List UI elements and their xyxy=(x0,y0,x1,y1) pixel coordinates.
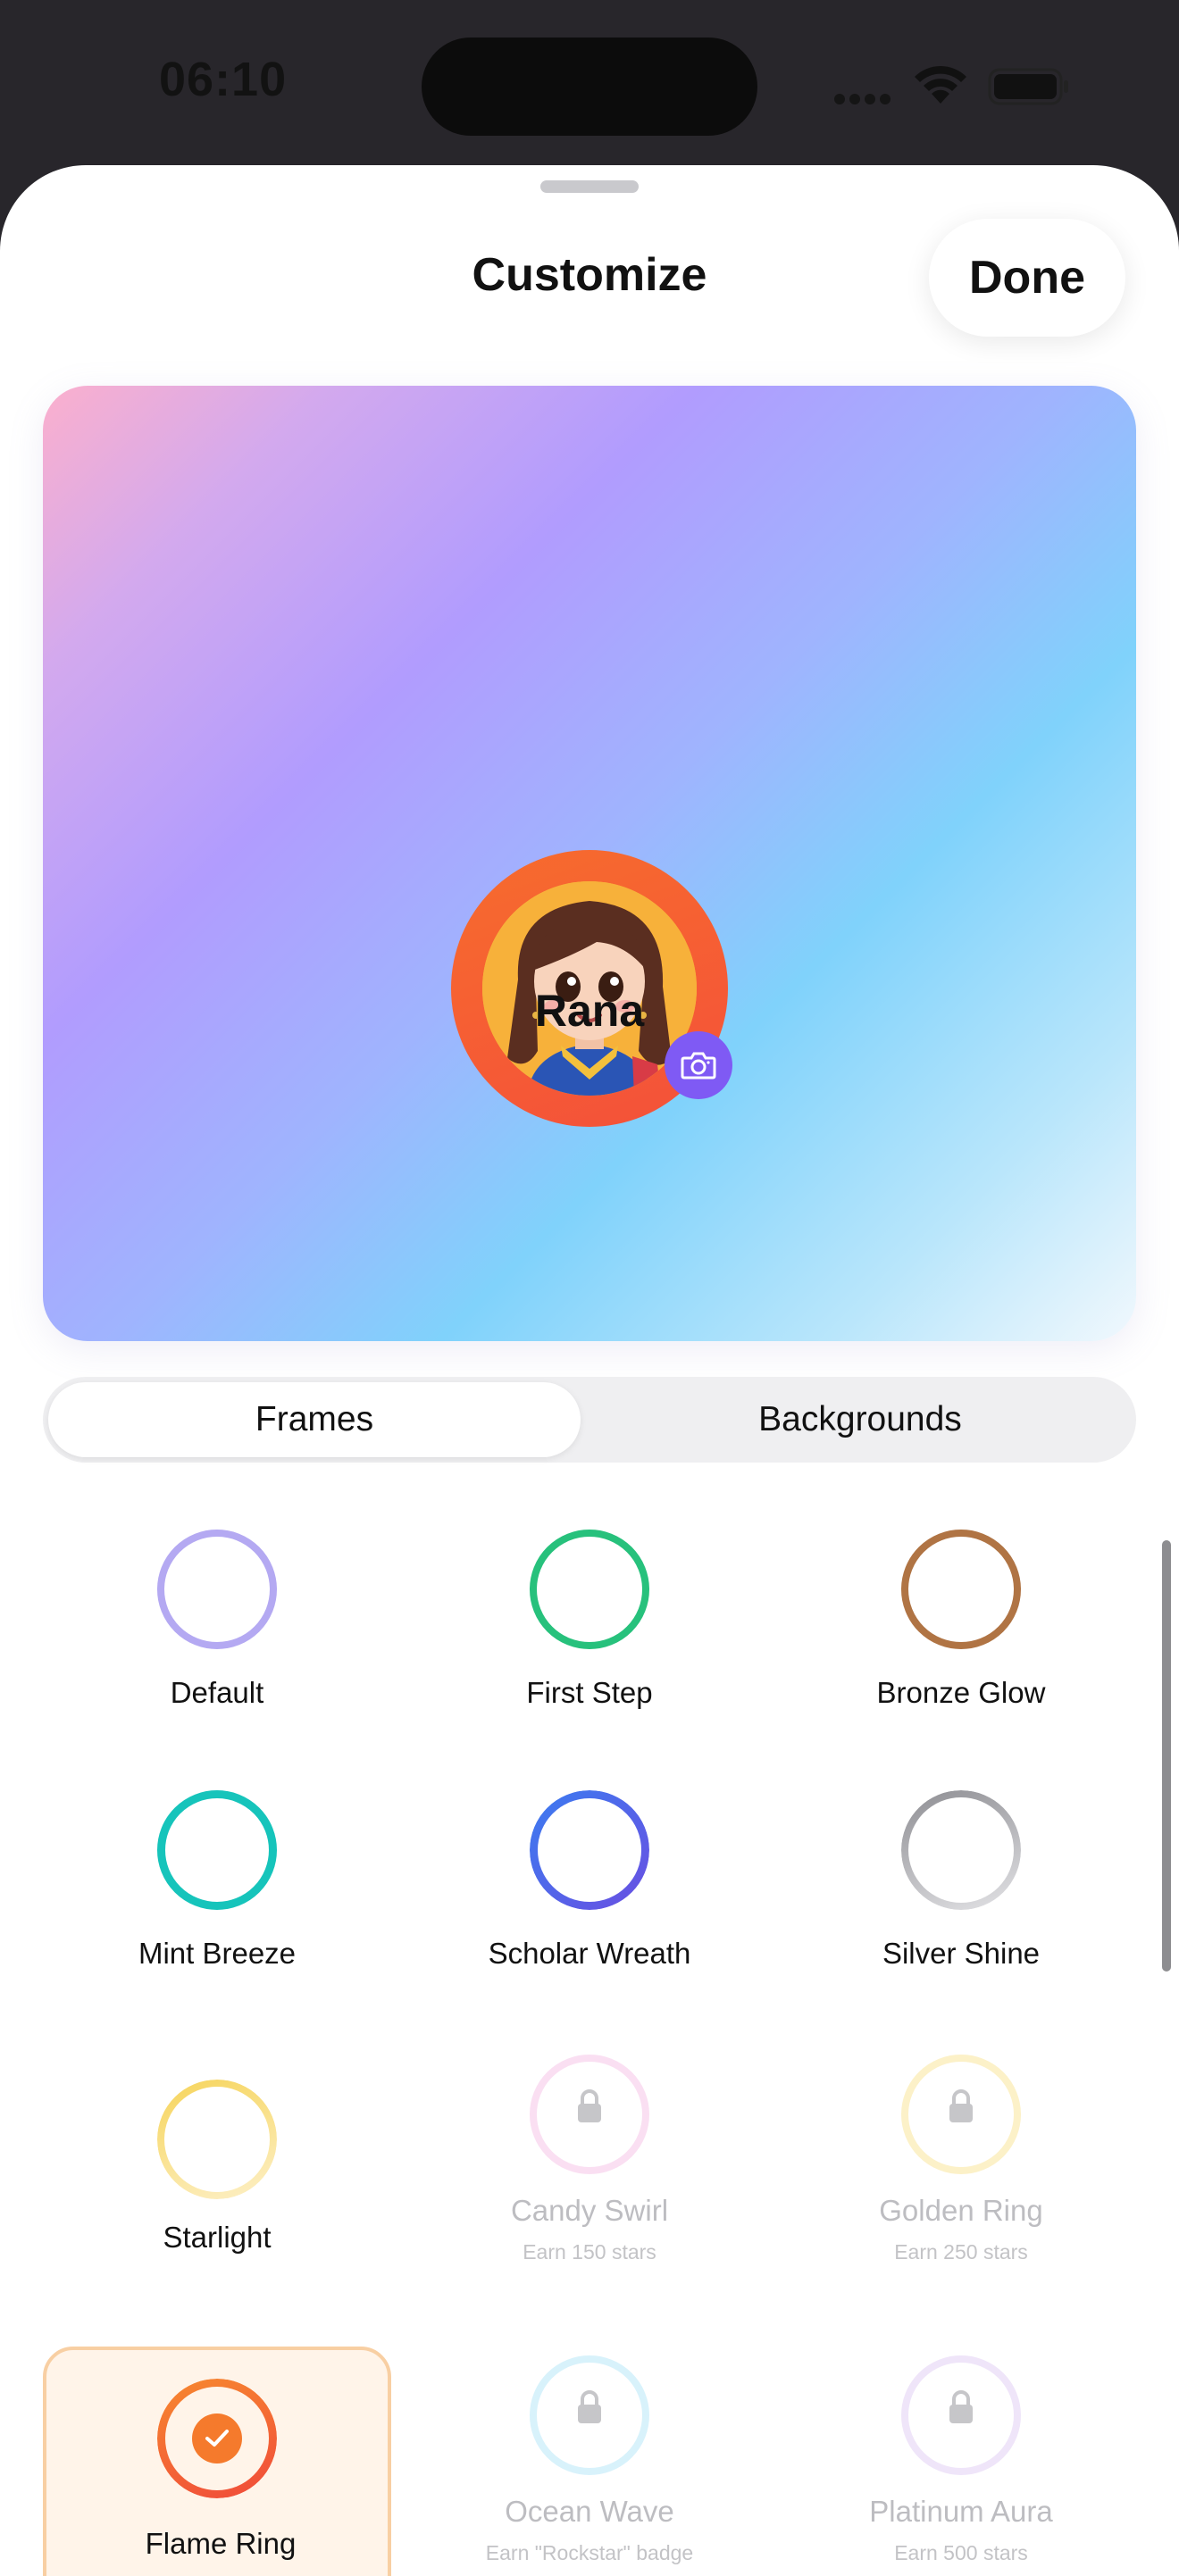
frame-option-flame-ring[interactable]: Flame Ring xyxy=(43,2347,391,2576)
lock-icon xyxy=(949,2390,973,2423)
frame-ring-preview xyxy=(157,1790,277,1910)
frames-backgrounds-tabs: Frames Backgrounds xyxy=(43,1377,1136,1463)
frame-ring-preview xyxy=(157,1530,277,1649)
done-button[interactable]: Done xyxy=(929,219,1125,337)
tab-backgrounds[interactable]: Backgrounds xyxy=(590,1382,1131,1457)
lock-icon xyxy=(578,2390,601,2423)
frame-ring-preview xyxy=(530,1790,649,1910)
cellular-signal-icon xyxy=(834,93,897,105)
frame-name: Scholar Wreath xyxy=(488,1937,691,1970)
battery-icon xyxy=(988,68,1068,105)
frame-name: Ocean Wave xyxy=(505,2495,674,2528)
profile-preview-card: Rana xyxy=(43,386,1136,1341)
frame-ring-preview xyxy=(901,1530,1021,1649)
frame-option-silver-shine[interactable]: Silver Shine xyxy=(787,1781,1135,2049)
sheet-grabber[interactable] xyxy=(540,180,639,193)
frame-option-bronze-glow[interactable]: Bronze Glow xyxy=(787,1521,1135,1788)
tab-frames[interactable]: Frames xyxy=(48,1382,581,1457)
frame-name: Default xyxy=(170,1676,264,1709)
frame-name: Platinum Aura xyxy=(869,2495,1053,2528)
frame-unlock-requirement: Earn 500 stars xyxy=(894,2541,1028,2564)
change-photo-button[interactable] xyxy=(665,1031,732,1099)
frame-unlock-requirement: Earn 250 stars xyxy=(894,2240,1028,2263)
frame-option-platinum-aura[interactable]: Platinum Aura Earn 500 stars xyxy=(787,2347,1135,2576)
frame-option-ocean-wave[interactable]: Ocean Wave Earn "Rockstar" badge xyxy=(415,2347,764,2576)
frame-name: Golden Ring xyxy=(879,2194,1043,2227)
frame-name: First Step xyxy=(526,1676,653,1709)
frame-name: Flame Ring xyxy=(145,2527,297,2560)
wifi-icon xyxy=(915,65,966,104)
checkmark-icon xyxy=(205,2430,229,2447)
customize-sheet: Customize Done Rana Frames Backgrounds D… xyxy=(0,165,1179,2576)
frame-name: Bronze Glow xyxy=(876,1676,1046,1709)
frame-option-starlight[interactable]: Starlight xyxy=(43,2046,391,2313)
frame-option-first-step[interactable]: First Step xyxy=(415,1521,764,1788)
dynamic-island xyxy=(422,38,757,136)
frame-option-scholar-wreath[interactable]: Scholar Wreath xyxy=(415,1781,764,2049)
status-bar: 06:10 xyxy=(0,0,1179,165)
camera-icon xyxy=(681,1052,716,1080)
profile-name: Rana xyxy=(534,986,645,1036)
frame-name: Silver Shine xyxy=(882,1937,1041,1970)
frames-scrollbar[interactable] xyxy=(1162,1540,1171,1972)
frame-unlock-requirement: Earn 150 stars xyxy=(523,2240,656,2263)
frame-option-mint-breeze[interactable]: Mint Breeze xyxy=(43,1781,391,2049)
frame-option-default[interactable]: Default xyxy=(43,1521,391,1788)
frame-option-golden-ring[interactable]: Golden Ring Earn 250 stars xyxy=(787,2046,1135,2313)
frame-ring-preview xyxy=(157,2080,277,2199)
status-time: 06:10 xyxy=(159,53,288,106)
lock-icon xyxy=(578,2089,601,2122)
frame-option-candy-swirl[interactable]: Candy Swirl Earn 150 stars xyxy=(415,2046,764,2313)
frame-name: Starlight xyxy=(163,2221,272,2254)
frame-ring-preview xyxy=(530,1530,649,1649)
frame-name: Candy Swirl xyxy=(510,2194,669,2227)
lock-icon xyxy=(949,2089,973,2122)
frame-name: Mint Breeze xyxy=(138,1937,297,1970)
frame-ring-preview xyxy=(901,1790,1021,1910)
frame-unlock-requirement: Earn "Rockstar" badge xyxy=(485,2541,694,2564)
selected-check-badge xyxy=(192,2413,242,2463)
